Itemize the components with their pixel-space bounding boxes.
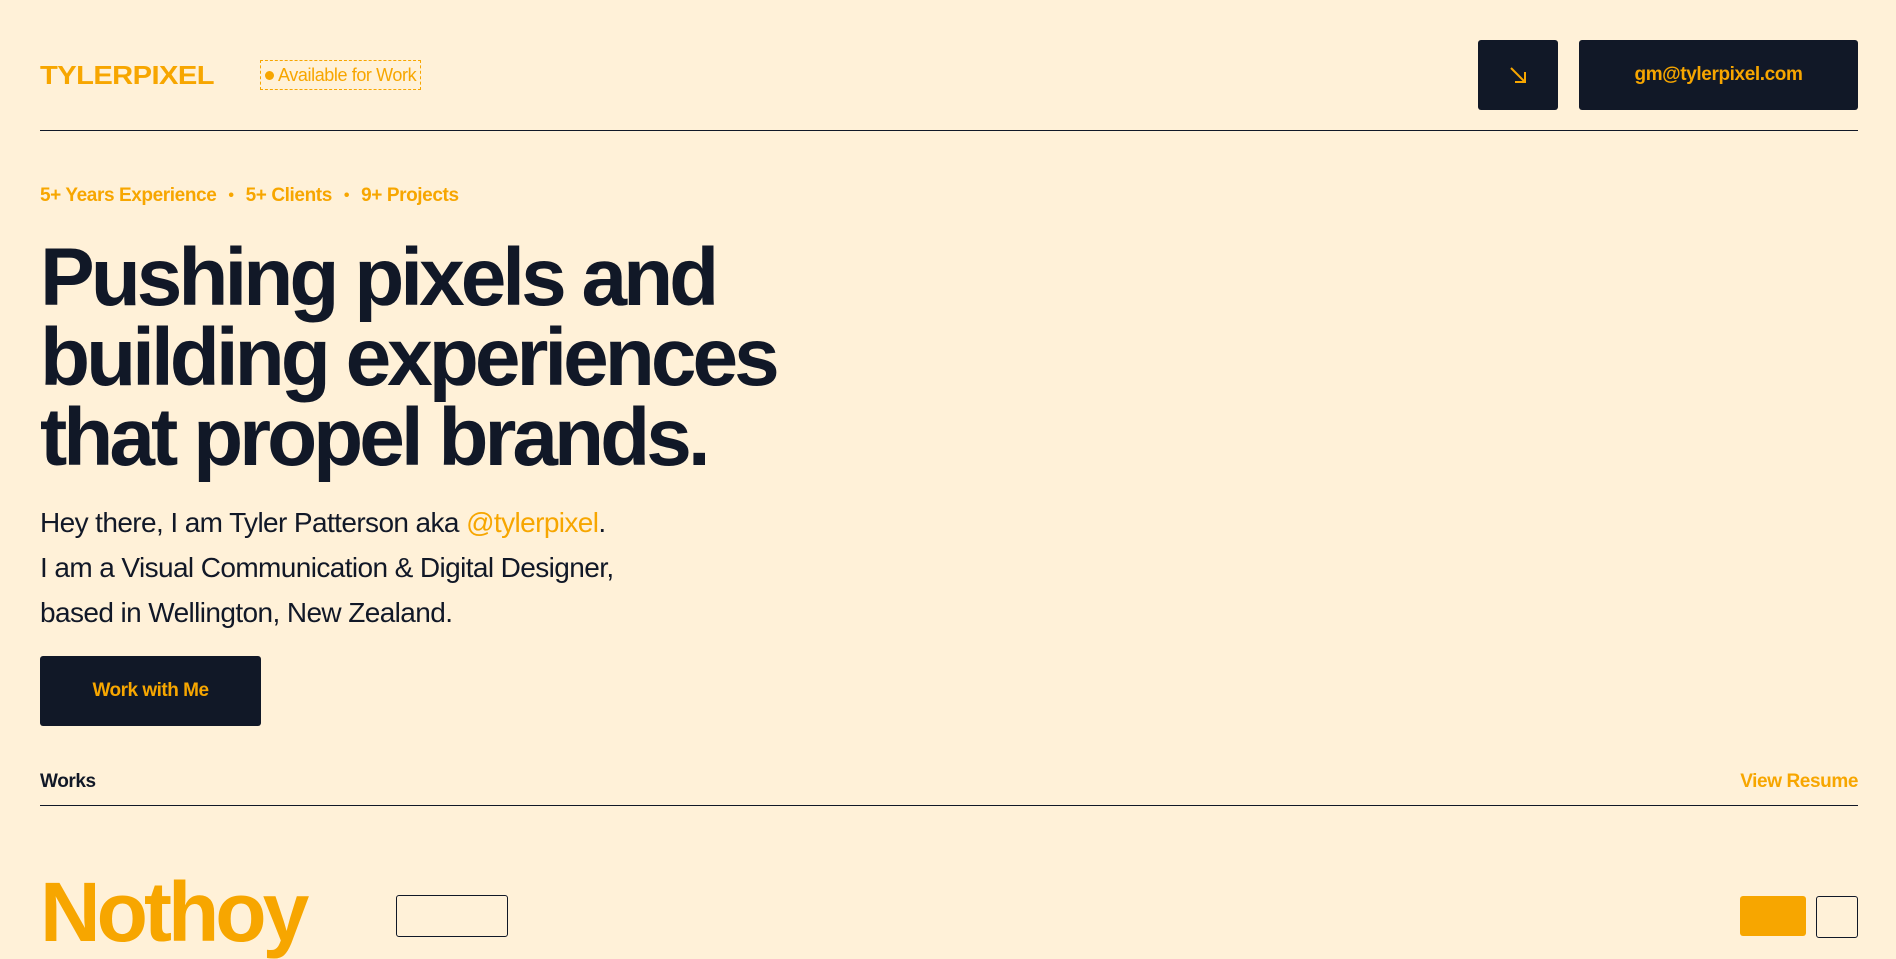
stat-separator: •	[343, 187, 350, 204]
experience-stats: 5+ Years Experience • 5+ Clients • 9+ Pr…	[40, 185, 459, 207]
headline-line-1: Pushing pixels and	[40, 232, 719, 323]
availability-label: Available for Work	[278, 65, 417, 85]
arrow-down-right-icon	[1510, 67, 1526, 83]
stat-years: 5+ Years Experience	[40, 185, 217, 206]
project-tag	[396, 895, 508, 937]
hero-headline: Pushing pixels and building experiences …	[40, 232, 780, 483]
logo[interactable]: TYLERPIXEL	[40, 62, 215, 88]
site-header: TYLERPIXEL Available for Work gm@tylerpi…	[40, 0, 1858, 131]
stat-clients: 5+ Clients	[245, 185, 333, 206]
hero-intro: Hey there, I am Tyler Patterson aka @tyl…	[40, 500, 614, 635]
works-section-header: Works View Resume	[40, 760, 1858, 806]
stat-projects: 9+ Projects	[361, 185, 459, 206]
availability-badge: Available for Work	[260, 60, 422, 90]
view-resume-link[interactable]: View Resume	[1740, 771, 1858, 793]
scroll-down-button[interactable]	[1478, 40, 1558, 110]
page: TYLERPIXEL Available for Work gm@tylerpi…	[40, 0, 1858, 954]
handle-link[interactable]: @tylerpixel	[466, 507, 599, 538]
stat-separator: •	[228, 187, 234, 204]
project-secondary-button[interactable]	[1816, 896, 1858, 938]
project-action-button[interactable]	[1740, 896, 1806, 936]
intro-line-3: based in Wellington, New Zealand.	[40, 597, 453, 628]
work-with-me-button[interactable]: Work with Me	[40, 656, 261, 726]
intro-prefix: Hey there, I am Tyler Patterson aka	[40, 507, 467, 538]
project-title[interactable]: Nothoy	[40, 870, 309, 954]
intro-suffix: .	[598, 507, 606, 538]
status-dot-icon	[265, 70, 274, 80]
intro-line-2: I am a Visual Communication & Digital De…	[40, 552, 614, 583]
email-button[interactable]: gm@tylerpixel.com	[1579, 40, 1858, 110]
works-label: Works	[40, 771, 96, 792]
headline-line-2: building experiences	[40, 312, 780, 403]
headline-line-3: that propel brands.	[40, 392, 711, 483]
